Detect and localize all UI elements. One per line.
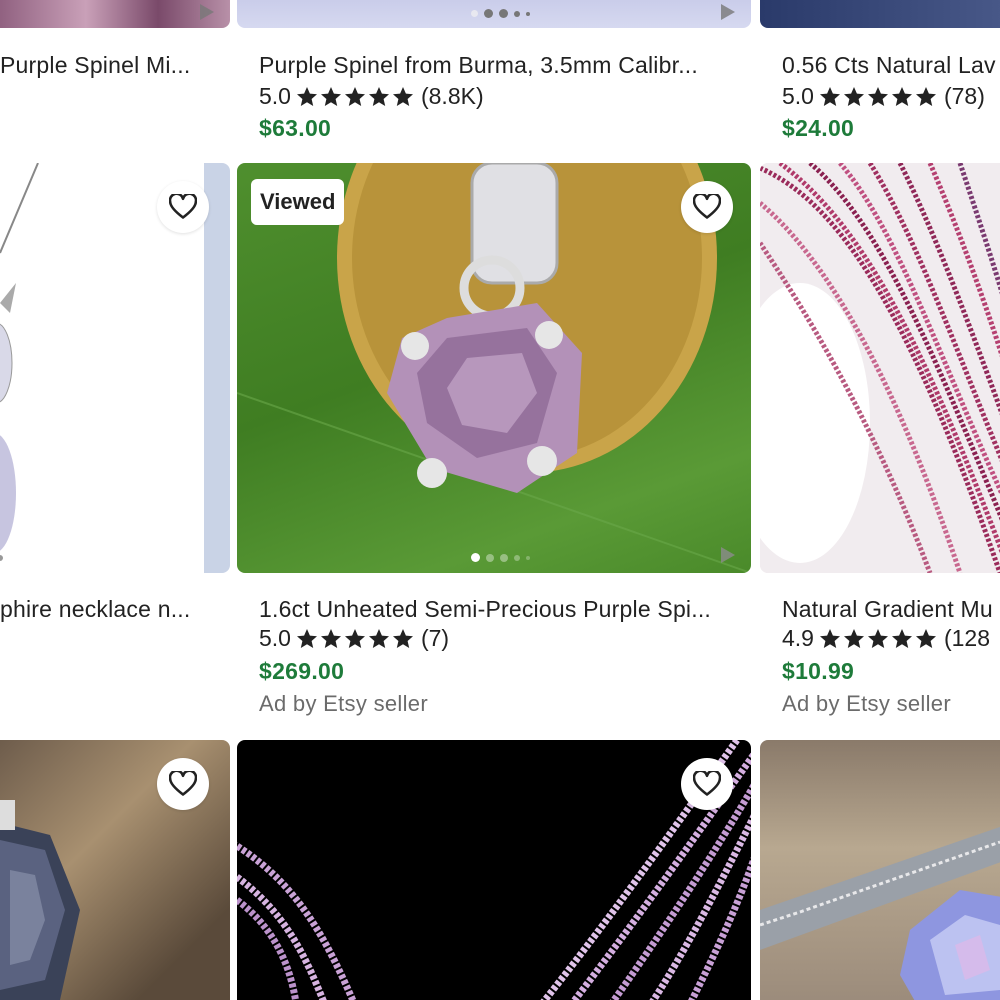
star-rating xyxy=(295,85,415,109)
star-icon xyxy=(320,628,341,648)
listing-title[interactable]: 1.6ct Unheated Semi-Precious Purple Spi.… xyxy=(259,596,711,623)
listing-card-2-2[interactable]: Viewed 1.6ct Unheated Semi-Precious Purp… xyxy=(237,163,751,723)
rating-value: 4.9 xyxy=(782,625,814,651)
star-icon xyxy=(891,628,912,648)
star-icon xyxy=(392,86,413,106)
rating-value: 5.0 xyxy=(782,83,814,109)
star-icon xyxy=(843,628,864,648)
listing-card-3-1[interactable] xyxy=(0,740,230,1000)
listing-card-2-3[interactable]: Natural Gradient Mu 4.9 (128 $10.99 Ad b… xyxy=(760,163,1000,723)
ad-label: Ad by Etsy seller xyxy=(782,691,951,716)
listing-price: $10.99 xyxy=(782,658,855,684)
listing-title[interactable]: phire necklace n... xyxy=(0,596,190,623)
play-icon xyxy=(200,4,214,20)
listing-card-1-3[interactable]: 0.56 Cts Natural Lav 5.0 (78) $24.00 xyxy=(760,0,1000,150)
bead-strands-photo xyxy=(760,163,1000,573)
heart-outline-icon xyxy=(693,194,721,219)
product-image[interactable] xyxy=(760,0,1000,28)
play-icon xyxy=(721,4,735,20)
listing-price: $63.00 xyxy=(259,115,332,141)
star-icon xyxy=(819,86,840,106)
star-icon xyxy=(368,86,389,106)
product-image[interactable] xyxy=(237,740,751,1000)
listing-title[interactable]: Natural Gradient Mu xyxy=(782,596,993,623)
star-icon xyxy=(296,628,317,648)
rating-value: 5.0 xyxy=(259,625,291,651)
star-icon xyxy=(915,628,936,648)
review-count: (7) xyxy=(420,625,450,651)
star-icon xyxy=(867,86,888,106)
favorite-button[interactable] xyxy=(157,758,209,810)
star-icon xyxy=(915,86,936,106)
heart-outline-icon xyxy=(169,194,197,219)
review-count: (128 xyxy=(943,625,991,651)
star-icon xyxy=(392,628,413,648)
listing-rating: 5.0 (78) xyxy=(782,83,985,110)
heart-outline-icon xyxy=(169,771,197,796)
star-icon xyxy=(819,628,840,648)
listing-rating: 5.0 (8.8K) xyxy=(259,83,484,110)
star-icon xyxy=(320,86,341,106)
listing-title[interactable]: Purple Spinel Mi... xyxy=(0,52,190,79)
star-icon xyxy=(344,628,365,648)
product-image[interactable] xyxy=(0,0,230,28)
star-icon xyxy=(368,628,389,648)
star-icon xyxy=(867,628,888,648)
viewed-badge: Viewed xyxy=(251,179,345,225)
listing-card-1-1[interactable]: Purple Spinel Mi... xyxy=(0,0,230,150)
listing-title[interactable]: 0.56 Cts Natural Lav xyxy=(782,52,996,79)
image-carousel-dots[interactable] xyxy=(471,553,530,562)
product-image[interactable] xyxy=(760,163,1000,573)
listing-rating: 4.9 (128 xyxy=(782,625,990,652)
listing-price: $269.00 xyxy=(259,658,345,684)
review-count: (8.8K) xyxy=(420,83,484,109)
favorite-button[interactable] xyxy=(681,181,733,233)
rating-value: 5.0 xyxy=(259,83,291,109)
product-image[interactable] xyxy=(760,740,1000,1000)
star-icon xyxy=(296,86,317,106)
listing-card-2-1[interactable]: phire necklace n... xyxy=(0,163,230,723)
tweezers-gem-photo xyxy=(760,826,1000,1000)
listing-rating: 5.0 (7) xyxy=(259,625,449,652)
ad-label: Ad by Etsy seller xyxy=(259,691,428,716)
listing-card-3-2[interactable] xyxy=(237,740,751,1000)
star-icon xyxy=(843,86,864,106)
star-icon xyxy=(891,86,912,106)
star-icon xyxy=(344,86,365,106)
favorite-button[interactable] xyxy=(681,758,733,810)
star-rating xyxy=(818,627,938,651)
bead-necklace-photo xyxy=(237,740,751,1000)
favorite-button[interactable] xyxy=(157,181,209,233)
image-carousel-dots[interactable] xyxy=(471,9,530,18)
listing-title[interactable]: Purple Spinel from Burma, 3.5mm Calibr..… xyxy=(259,52,698,79)
heart-outline-icon xyxy=(693,771,721,796)
play-icon xyxy=(721,547,735,563)
star-rating xyxy=(295,627,415,651)
review-count: (78) xyxy=(943,83,985,109)
listing-card-1-2[interactable]: Purple Spinel from Burma, 3.5mm Calibr..… xyxy=(237,0,751,150)
star-rating xyxy=(818,85,938,109)
listing-price: $24.00 xyxy=(782,115,855,141)
listing-card-3-3[interactable] xyxy=(760,740,1000,1000)
